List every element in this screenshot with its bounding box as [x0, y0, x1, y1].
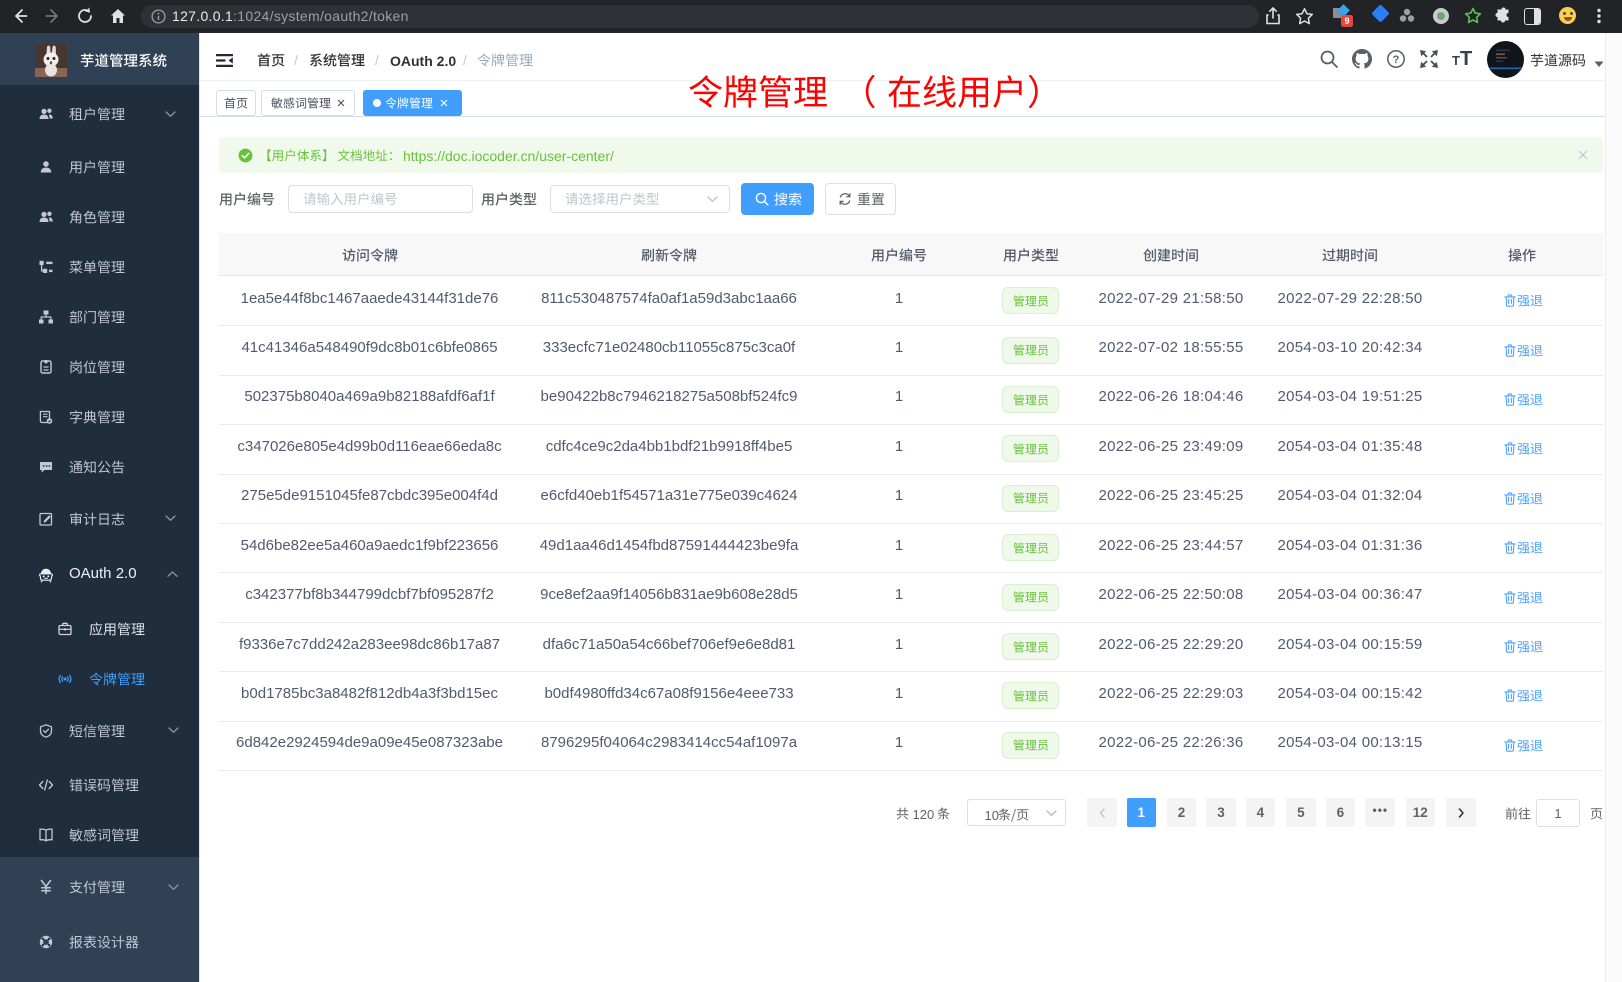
- svg-text:?: ?: [1393, 54, 1400, 66]
